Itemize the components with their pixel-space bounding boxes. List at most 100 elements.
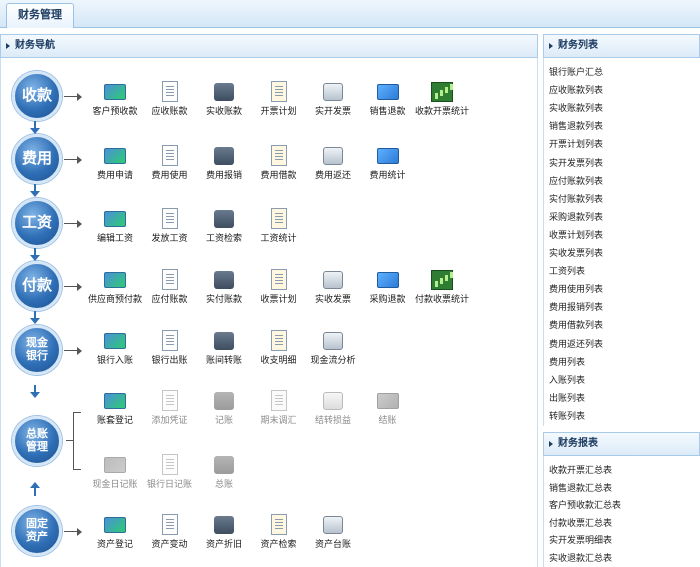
function-item-zongzhang-5[interactable]: 结账 xyxy=(357,389,419,427)
function-item-feiyong-5[interactable]: 费用统计 xyxy=(357,144,419,182)
right-arrow-icon xyxy=(64,347,82,355)
function-item-guding-0[interactable]: 资产登记 xyxy=(84,513,146,551)
function-item-fukuan-4[interactable]: 实收发票 xyxy=(302,268,364,306)
function-icon xyxy=(157,207,183,231)
tab-finance-management[interactable]: 财务管理 xyxy=(6,3,74,28)
function-item-feiyong-3[interactable]: 费用借款 xyxy=(248,144,310,182)
function-label: 费用借款 xyxy=(260,171,297,181)
function-icon xyxy=(211,453,237,477)
function-item-feiyong-0[interactable]: 费用申请 xyxy=(84,144,146,182)
function-item-zongzhang-0[interactable]: 账套登记 xyxy=(84,389,146,427)
function-item-zongzhang-ledger-1[interactable]: 银行日记账 xyxy=(139,453,201,491)
function-item-zongzhang-3[interactable]: 期末调汇 xyxy=(248,389,310,427)
function-label: 实收账款 xyxy=(205,107,242,117)
finance-list-link[interactable]: 应收账款列表 xyxy=(549,83,603,96)
function-label: 实付账款 xyxy=(205,295,242,305)
finance-list-link[interactable]: 实收账款列表 xyxy=(549,101,603,114)
finance-list-link[interactable]: 出账列表 xyxy=(549,391,585,404)
function-icon xyxy=(320,268,346,292)
function-icon xyxy=(102,329,128,353)
function-item-xianjin-0[interactable]: 银行入账 xyxy=(84,329,146,367)
finance-list-link[interactable]: 采购退款列表 xyxy=(549,210,603,223)
finance-list-link[interactable]: 银行账户汇总 xyxy=(549,65,603,78)
function-item-feiyong-1[interactable]: 费用使用 xyxy=(139,144,201,182)
finance-report-link[interactable]: 销售退款汇总表 xyxy=(549,481,612,494)
category-zongzhang-guanli[interactable]: 总账 管理 xyxy=(12,416,62,466)
finance-list-link[interactable]: 费用使用列表 xyxy=(549,282,603,295)
function-item-fukuan-5[interactable]: 采购退款 xyxy=(357,268,419,306)
function-item-zongzhang-ledger-0[interactable]: 现金日记账 xyxy=(84,453,146,491)
finance-list-link[interactable]: 实付账款列表 xyxy=(549,192,603,205)
finance-report-link[interactable]: 客户预收款汇总表 xyxy=(549,498,621,511)
finance-report-link[interactable]: 付款收票汇总表 xyxy=(549,516,612,529)
finance-list-link[interactable]: 开票计划列表 xyxy=(549,137,603,150)
finance-list-link[interactable]: 销售退款列表 xyxy=(549,119,603,132)
function-item-shoukuan-1[interactable]: 应收账款 xyxy=(139,80,201,118)
finance-list-link[interactable]: 实开发票列表 xyxy=(549,156,603,169)
function-icon xyxy=(320,80,346,104)
function-label: 添加凭证 xyxy=(151,416,188,426)
function-icon xyxy=(375,144,401,168)
function-item-zongzhang-2[interactable]: 记账 xyxy=(193,389,255,427)
finance-list-link[interactable]: 工资列表 xyxy=(549,264,585,277)
category-shoukuan[interactable]: 收款 xyxy=(12,71,62,121)
function-item-feiyong-2[interactable]: 费用报销 xyxy=(193,144,255,182)
function-icon xyxy=(102,268,128,292)
function-icon xyxy=(157,268,183,292)
function-item-shoukuan-3[interactable]: 开票计划 xyxy=(248,80,310,118)
function-icon xyxy=(102,80,128,104)
finance-list-link[interactable]: 费用报销列表 xyxy=(549,300,603,313)
function-item-zongzhang-4[interactable]: 结转损益 xyxy=(302,389,364,427)
function-item-shoukuan-2[interactable]: 实收账款 xyxy=(193,80,255,118)
function-item-xianjin-4[interactable]: 现金流分析 xyxy=(302,329,364,367)
finance-report-panel: 收款开票汇总表 销售退款汇总表 客户预收款汇总表 付款收票汇总表 实开发票明细表 实收退款… xyxy=(543,456,700,567)
function-item-gongzi-3[interactable]: 工资统计 xyxy=(248,207,310,245)
function-icon xyxy=(102,144,128,168)
function-item-xianjin-2[interactable]: 账间转账 xyxy=(193,329,255,367)
finance-list-link[interactable]: 费用返还列表 xyxy=(549,337,603,350)
function-label: 费用返还 xyxy=(314,171,351,181)
finance-list-link[interactable]: 转账列表 xyxy=(549,409,585,422)
function-icon xyxy=(266,389,292,413)
function-label: 收支明细 xyxy=(260,356,297,366)
function-item-fukuan-6[interactable]: 付款收票统计 xyxy=(411,268,473,306)
function-item-shoukuan-0[interactable]: 客户预收款 xyxy=(84,80,146,118)
finance-list-link[interactable]: 费用列表 xyxy=(549,355,585,368)
function-item-zongzhang-ledger-2[interactable]: 总账 xyxy=(193,453,255,491)
finance-list-link[interactable]: 入账列表 xyxy=(549,373,585,386)
function-item-zongzhang-1[interactable]: 添加凭证 xyxy=(139,389,201,427)
finance-list-link[interactable]: 费用借款列表 xyxy=(549,318,603,331)
down-arrow-icon xyxy=(30,184,40,198)
finance-report-link[interactable]: 实收退款汇总表 xyxy=(549,551,612,564)
function-label: 收票计划 xyxy=(260,295,297,305)
function-item-gongzi-1[interactable]: 发放工资 xyxy=(139,207,201,245)
function-item-guding-3[interactable]: 资产检索 xyxy=(248,513,310,551)
function-item-xianjin-1[interactable]: 银行出账 xyxy=(139,329,201,367)
category-guding-zichan[interactable]: 固定 资产 xyxy=(12,506,62,556)
function-item-shoukuan-4[interactable]: 实开发票 xyxy=(302,80,364,118)
function-item-feiyong-4[interactable]: 费用返还 xyxy=(302,144,364,182)
function-icon xyxy=(211,329,237,353)
function-item-gongzi-2[interactable]: 工资检索 xyxy=(193,207,255,245)
function-item-fukuan-2[interactable]: 实付账款 xyxy=(193,268,255,306)
function-item-guding-4[interactable]: 资产台账 xyxy=(302,513,364,551)
category-gongzi[interactable]: 工资 xyxy=(12,198,62,248)
category-xianjin-yinhang[interactable]: 现金 银行 xyxy=(12,325,62,375)
finance-list-link[interactable]: 应付账款列表 xyxy=(549,174,603,187)
function-item-fukuan-0[interactable]: 供应商预付款 xyxy=(84,268,146,306)
function-item-xianjin-3[interactable]: 收支明细 xyxy=(248,329,310,367)
function-item-shoukuan-6[interactable]: 收款开票统计 xyxy=(411,80,473,118)
function-item-fukuan-3[interactable]: 收票计划 xyxy=(248,268,310,306)
finance-report-link[interactable]: 收款开票汇总表 xyxy=(549,463,612,476)
category-fukuan[interactable]: 付款 xyxy=(12,261,62,311)
function-item-fukuan-1[interactable]: 应付账款 xyxy=(139,268,201,306)
category-feiyong[interactable]: 费用 xyxy=(12,134,62,184)
function-label: 销售退款 xyxy=(369,107,406,117)
function-item-guding-1[interactable]: 资产变动 xyxy=(139,513,201,551)
function-item-guding-2[interactable]: 资产折旧 xyxy=(193,513,255,551)
finance-list-link[interactable]: 实收发票列表 xyxy=(549,246,603,259)
finance-list-link[interactable]: 收票计划列表 xyxy=(549,228,603,241)
finance-report-link[interactable]: 实开发票明细表 xyxy=(549,533,612,546)
function-item-shoukuan-5[interactable]: 销售退款 xyxy=(357,80,419,118)
function-item-gongzi-0[interactable]: 编辑工资 xyxy=(84,207,146,245)
